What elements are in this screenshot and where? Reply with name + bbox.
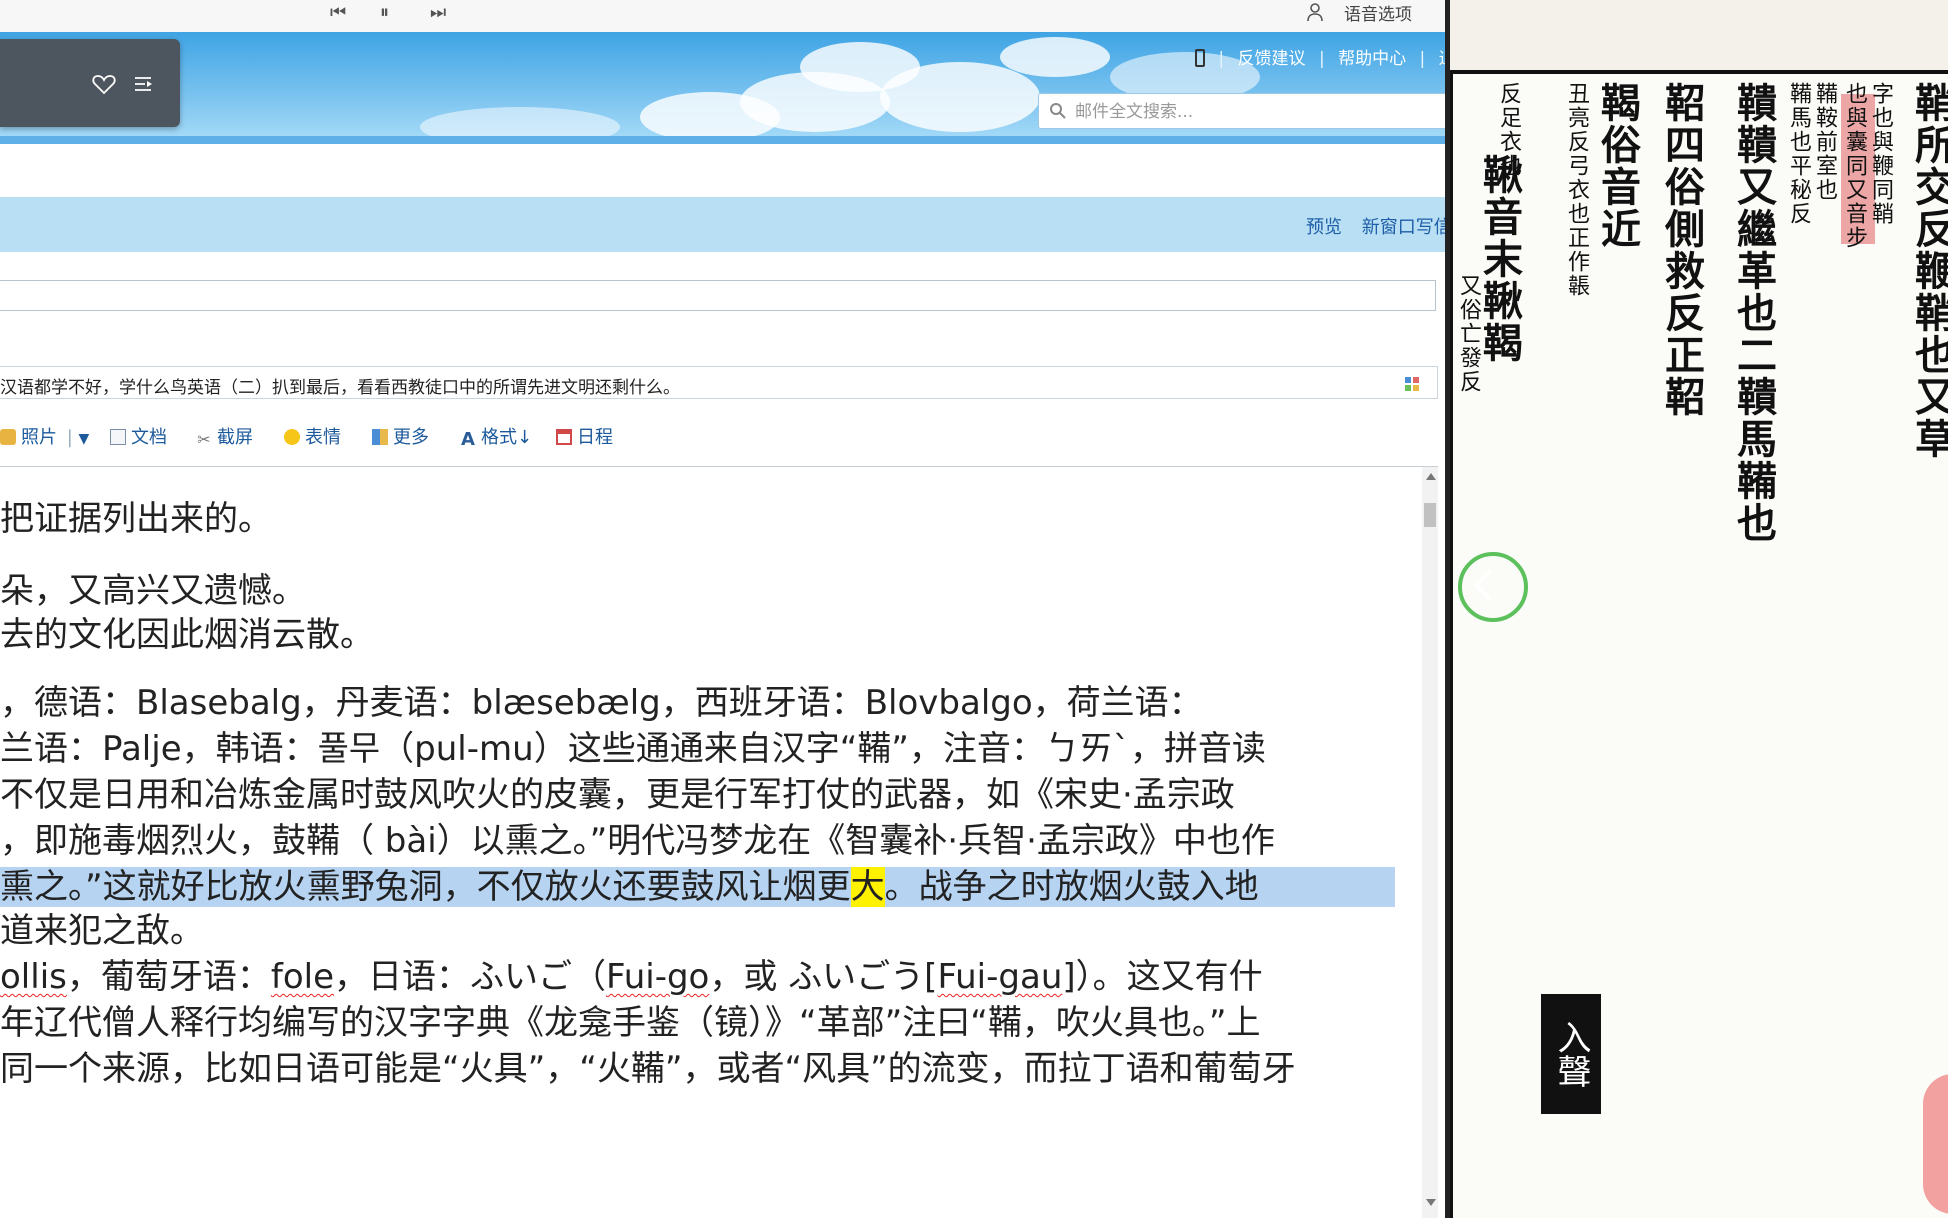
new-window-compose-button[interactable]: 新窗口写信 bbox=[1362, 217, 1452, 238]
voice-options-button[interactable]: 语音选项 bbox=[1344, 0, 1412, 25]
media-control-bar: ⏮ ⏸ ⏭ 语音选项 bbox=[0, 0, 1445, 32]
pause-icon[interactable]: ⏸ bbox=[380, 2, 389, 23]
photo-icon bbox=[0, 429, 16, 445]
red-seal bbox=[1923, 1074, 1948, 1214]
body-line: 道来犯之敌。 bbox=[0, 911, 204, 951]
body-line: ，德语：Blasebalg，丹麦语：blæsebælg，西班牙语：Blovbal… bbox=[0, 683, 1203, 723]
color-grid-icon[interactable] bbox=[1405, 377, 1419, 391]
text-column: 鞼鞼又繼革也二鞼馬鞴也 bbox=[1730, 82, 1777, 544]
scanned-dictionary-page: 鞘所交反鞭鞘也又草 字也與鞭同鞘 也與囊同又音步 鞴鞍前室也 鞴馬也平秘反 鞼鞼… bbox=[1450, 0, 1948, 1218]
book-page: 鞘所交反鞭鞘也又草 字也與鞭同鞘 也與囊同又音步 鞴鞍前室也 鞴馬也平秘反 鞼鞼… bbox=[1450, 70, 1948, 1218]
previous-page-button[interactable] bbox=[1458, 552, 1528, 622]
header-links: | 反馈建议 | 帮助中心 | 退 bbox=[1195, 44, 1456, 69]
search-icon bbox=[1050, 103, 1066, 119]
scissors-icon: ✂ bbox=[197, 430, 211, 449]
section-label-rusheng: 入聲 bbox=[1541, 994, 1601, 1114]
user-voice-icon[interactable] bbox=[1306, 2, 1326, 22]
more-button[interactable]: 更多 bbox=[372, 423, 429, 449]
chevron-left-icon bbox=[1473, 569, 1505, 601]
message-editor[interactable]: 把证据列出来的。 朵，又高兴又遗憾。 去的文化因此烟消云散。 ，德语：Blase… bbox=[0, 467, 1422, 1218]
search-input[interactable] bbox=[1073, 100, 1437, 124]
document-icon bbox=[110, 429, 126, 445]
body-line: 同一个来源，比如日语可能是“火具”，“火鞴”，或者“风具”的流变，而拉丁语和葡萄… bbox=[0, 1049, 1296, 1089]
text-column: 又俗亡發反 bbox=[1456, 274, 1481, 394]
scroll-up-arrow-icon[interactable] bbox=[1426, 473, 1436, 480]
header-divider bbox=[0, 136, 1445, 144]
body-line: 兰语：Palje，韩语：풀무（pul-mu）这些通通来自汉字“鞴”，注音：ㄅㄞˋ… bbox=[0, 729, 1266, 769]
text-column: 鞨俗音近 bbox=[1594, 82, 1641, 250]
body-line: ollis，葡萄牙语：fole，日语：ふいご（Fui-go，或 ふいごう[Fui… bbox=[0, 957, 1263, 997]
text-column: 也與囊同又音步 bbox=[1842, 82, 1867, 250]
body-line: 朵，又高兴又遗憾。 bbox=[0, 571, 306, 611]
scroll-thumb[interactable] bbox=[1424, 503, 1436, 527]
font-format-icon: A bbox=[461, 429, 475, 450]
calendar-icon bbox=[556, 429, 572, 445]
calendar-button[interactable]: 日程 bbox=[556, 423, 613, 449]
apps-grid-icon bbox=[372, 429, 388, 445]
body-line: ，即施毒烟烈火，鼓鞴（ bài）以熏之。”明代冯梦龙在《智囊补·兵智·孟宗政》中… bbox=[0, 821, 1275, 861]
body-line: 年辽代僧人释行均编写的汉字字典《龙龛手鉴（镜）》“革部”注曰“鞴，吹火具也。”上 bbox=[0, 1003, 1261, 1043]
music-player-card bbox=[0, 39, 180, 127]
scroll-down-arrow-icon[interactable] bbox=[1426, 1199, 1436, 1206]
text-column: 鞘所交反鞭鞘也又草 bbox=[1908, 82, 1948, 460]
search-highlight: 大 bbox=[850, 867, 885, 907]
body-line-selected: 熏之。”这就好比放火熏野兔洞，不仅放火还要鼓风让烟更大。战争之时放烟火鼓入地 bbox=[0, 867, 1395, 907]
emoji-button[interactable]: 表情 bbox=[284, 423, 341, 449]
compose-action-bar: 预览 新窗口写信 bbox=[0, 197, 1452, 252]
text-column: 鞀四俗側救反正鞀 bbox=[1658, 82, 1705, 418]
body-line: 去的文化因此烟消云散。 bbox=[0, 615, 374, 655]
body-line: 不仅是日用和冶炼金属时鼓风吹火的皮囊，更是行军打仗的武器，如《宋史·孟宗政 bbox=[0, 775, 1235, 815]
feedback-link[interactable]: 反馈建议 bbox=[1238, 49, 1306, 69]
playlist-icon[interactable] bbox=[132, 73, 154, 95]
mail-search-box[interactable] bbox=[1038, 93, 1448, 129]
text-column: 字也與鞭同鞘 bbox=[1868, 82, 1893, 226]
recipient-field[interactable] bbox=[0, 280, 1436, 311]
text-column: 鞴馬也平秘反 bbox=[1786, 82, 1811, 226]
subject-text: 汉语都学不好，学什么鸟英语（二）扒到最后，看看西教徒口中的所谓先进文明还剩什么。 bbox=[0, 378, 680, 398]
skip-previous-icon[interactable]: ⏮ bbox=[330, 2, 346, 23]
text-column: 丑亮反弓衣也正作韔 bbox=[1564, 82, 1589, 298]
insert-document-button[interactable]: 文档 bbox=[110, 423, 167, 449]
skip-next-icon[interactable]: ⏭ bbox=[430, 2, 446, 23]
editor-toolbar: 照片 | ▼ 文档 ✂ 截屏 表情 更多 A 格式↓ 日程 bbox=[0, 415, 1438, 455]
preview-button[interactable]: 预览 bbox=[1306, 217, 1342, 238]
format-button[interactable]: A 格式↓ bbox=[460, 423, 532, 449]
chevron-down-icon[interactable]: ▼ bbox=[79, 431, 90, 447]
subject-field[interactable]: 汉语都学不好，学什么鸟英语（二）扒到最后，看看西教徒口中的所谓先进文明还剩什么。 bbox=[0, 366, 1438, 399]
help-center-link[interactable]: 帮助中心 bbox=[1338, 49, 1406, 69]
heart-icon[interactable] bbox=[92, 73, 116, 95]
editor-scrollbar[interactable] bbox=[1422, 467, 1438, 1218]
body-line: 把证据列出来的。 bbox=[0, 499, 272, 539]
screenshot-button[interactable]: ✂ 截屏 bbox=[196, 423, 253, 449]
smiley-icon bbox=[284, 429, 300, 445]
insert-photo-button[interactable]: 照片 | ▼ bbox=[0, 423, 89, 449]
text-column: 鞴鞍前室也 bbox=[1812, 82, 1837, 202]
mobile-phone-icon[interactable] bbox=[1195, 49, 1205, 67]
